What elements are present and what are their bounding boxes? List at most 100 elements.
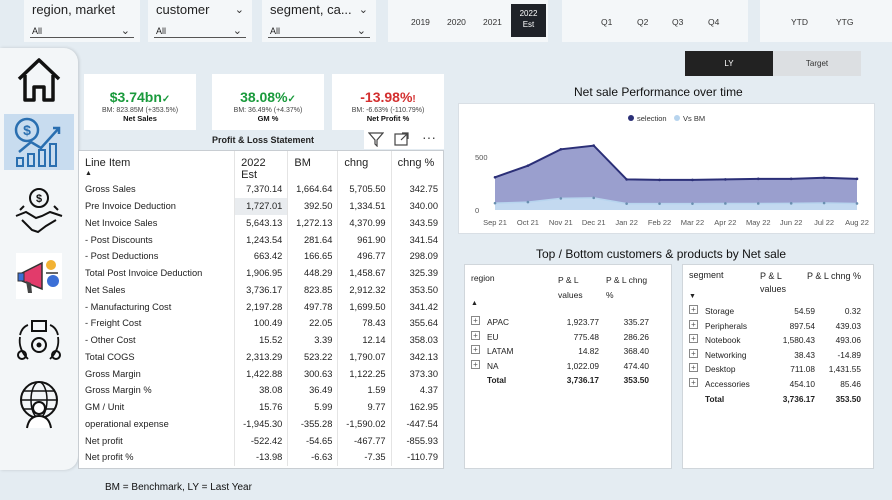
expand-icon[interactable]: + (689, 334, 698, 344)
column-header[interactable]: BM (287, 151, 339, 181)
row-label[interactable]: LATAM (487, 346, 513, 356)
column-header[interactable]: chng (337, 151, 392, 181)
y-tick-label: 500 (475, 153, 488, 162)
slicer-segment-category[interactable]: segment, ca... ⌄ All ⌄ (262, 0, 376, 42)
row-label[interactable]: Notebook (705, 335, 741, 345)
filter-icon[interactable] (367, 131, 385, 152)
marketing-megaphone-icon[interactable] (12, 248, 66, 304)
row-label[interactable]: Peripherals (705, 321, 747, 331)
expand-icon[interactable]: + (471, 359, 480, 369)
slicer-customer[interactable]: customer ⌄ All ⌄ (148, 0, 252, 42)
row-label[interactable]: Accessories (705, 379, 750, 389)
expand-icon[interactable]: + (689, 319, 698, 329)
sales-handshake-icon[interactable]: $ (12, 184, 66, 240)
kpi-value: 38.08%✓ (240, 89, 296, 105)
slicer-region-market[interactable]: region, market All ⌄ (24, 0, 140, 42)
table-row[interactable]: - Post Deductions 663.42 166.65 496.77 298.0… (79, 248, 443, 265)
table-row[interactable]: Total COGS 2,313.29 523.22 1,790.07 342.13 (79, 348, 443, 366)
year-option[interactable]: 2021 (483, 17, 502, 27)
expand-icon[interactable]: + (689, 378, 698, 387)
expand-icon[interactable]: + (471, 345, 480, 355)
expand-icon[interactable]: + (689, 305, 698, 314)
column-header[interactable]: 2022 Est (234, 151, 289, 181)
kpi-net-profit-percent[interactable]: -13.98%! BM: -6.63% (-110.79%) Net Profi… (332, 74, 444, 130)
quarter-option[interactable]: Q3 (672, 17, 683, 27)
column-header[interactable]: P & L chng % (606, 273, 656, 303)
table-row[interactable]: - Other Cost 15.52 3.39 12.14 358.03 (79, 331, 443, 349)
column-header[interactable]: Line Item ▲ (79, 151, 236, 181)
table-cell: 340.00 (409, 201, 438, 212)
period-slicer (760, 0, 892, 42)
table-row[interactable]: Net profit % -13.98 -6.63 -7.35 -110.79 (79, 449, 443, 466)
column-header[interactable]: P & L chng % (807, 270, 865, 283)
kpi-value: -13.98%! (360, 89, 416, 105)
table-row[interactable]: Gross Sales 7,370.14 1,664.64 5,705.50 342.7… (79, 181, 443, 198)
table-row[interactable]: Total Post Invoice Deduction 1,906.95 448.… (79, 264, 443, 282)
quarter-option[interactable]: Q2 (637, 17, 648, 27)
table-cell: 342.75 (409, 184, 438, 195)
line-item-label: Net Sales (79, 281, 236, 299)
row-label[interactable]: NA (487, 361, 499, 371)
chevron-down-icon[interactable]: ⌄ (357, 24, 366, 37)
period-option[interactable]: YTG (836, 17, 853, 27)
executive-globe-icon[interactable] (12, 376, 66, 432)
row-label[interactable]: Networking (705, 350, 747, 360)
finance-view-icon[interactable]: $ (4, 114, 74, 170)
table-row[interactable]: operational expense -1,945.30 -355.28 -1,59… (79, 415, 443, 433)
toggle-ly[interactable]: LY (685, 51, 773, 76)
line-item-label: Net profit (79, 432, 236, 449)
table-row[interactable]: Pre Invoice Deduction 1,727.01 392.50 1,334… (79, 197, 443, 215)
expand-icon[interactable]: + (471, 330, 480, 340)
toggle-target[interactable]: Target (773, 51, 861, 76)
table-row[interactable]: Net Invoice Sales 5,643.13 1,272.13 4,370.9… (79, 214, 443, 232)
table-row[interactable]: Gross Margin % 38.08 36.49 1.59 4.37 (79, 382, 443, 399)
more-options-icon[interactable]: ··· (422, 129, 436, 145)
column-header[interactable]: P & L values (760, 270, 800, 296)
expand-icon[interactable]: + (471, 316, 480, 325)
quarter-option[interactable]: Q4 (708, 17, 719, 27)
table-cell: 448.29 (287, 264, 339, 282)
column-header[interactable]: P & L values (558, 273, 602, 303)
table-cell: 493.06 (835, 335, 861, 346)
table-row[interactable]: - Freight Cost 100.49 22.05 78.43 355.64 (79, 315, 443, 332)
supply-chain-icon[interactable] (12, 314, 66, 370)
row-label[interactable]: Storage (705, 306, 734, 316)
column-header[interactable]: region (471, 273, 495, 283)
quarter-slicer (562, 0, 748, 42)
expand-icon[interactable]: + (689, 363, 698, 373)
row-label[interactable]: APAC (487, 317, 509, 327)
chevron-down-icon[interactable]: ⌄ (235, 3, 244, 16)
chevron-down-icon[interactable]: ⌄ (121, 24, 130, 37)
table-cell: 325.39 (409, 268, 438, 279)
table-cell: 1,727.01 (234, 197, 289, 215)
quarter-option[interactable]: Q1 (601, 17, 612, 27)
year-option-selected[interactable]: 2022 Est (511, 4, 546, 37)
year-option[interactable]: 2020 (447, 17, 466, 27)
chevron-down-icon[interactable]: ⌄ (233, 24, 242, 37)
table-row[interactable]: Net Sales 3,736.17 823.85 2,912.32 353.50 (79, 281, 443, 299)
kpi-gm-percent[interactable]: 38.08%✓ BM: 36.49% (+4.37%) GM % (212, 74, 324, 130)
slicer-value: All (270, 26, 281, 36)
net-sales-chart[interactable]: 0 500 Sep 21 Oct 21 Nov 21 Dec 21 Jan 22 Feb 22… (458, 103, 875, 234)
table-row[interactable]: GM / Unit 15.76 5.99 9.77 162.95 (79, 398, 443, 416)
column-header[interactable]: segment (689, 270, 724, 280)
focus-mode-icon[interactable] (394, 131, 410, 152)
row-label[interactable]: EU (487, 332, 499, 342)
sort-ascending-icon[interactable]: ▲ (471, 300, 478, 307)
kpi-net-sales[interactable]: $3.74bn✓ BM: 823.85M (+353.5%) Net Sales (84, 74, 196, 130)
table-row[interactable]: Gross Margin 1,422.88 300.63 1,122.25 373.30 (79, 365, 443, 382)
kpi-benchmark: BM: 36.49% (+4.37%) (233, 107, 303, 114)
period-option[interactable]: YTD (791, 17, 808, 27)
table-row[interactable]: - Post Discounts 1,243.54 281.64 961.90 341.… (79, 231, 443, 248)
column-header[interactable]: chng % (391, 151, 443, 181)
table-row[interactable]: - Manufacturing Cost 2,197.28 497.78 1,699.… (79, 298, 443, 315)
line-item-label: - Freight Cost (79, 315, 236, 332)
year-option[interactable]: 2019 (411, 17, 430, 27)
row-label[interactable]: Desktop (705, 364, 735, 374)
chevron-down-icon[interactable]: ⌄ (359, 3, 368, 16)
table-row[interactable]: Net profit -522.42 -54.65 -467.77 -855.93 (79, 432, 443, 449)
sort-descending-icon[interactable]: ▼ (689, 293, 696, 300)
table-cell: -447.54 (406, 418, 438, 429)
home-icon[interactable] (12, 52, 66, 108)
expand-icon[interactable]: + (689, 348, 698, 358)
